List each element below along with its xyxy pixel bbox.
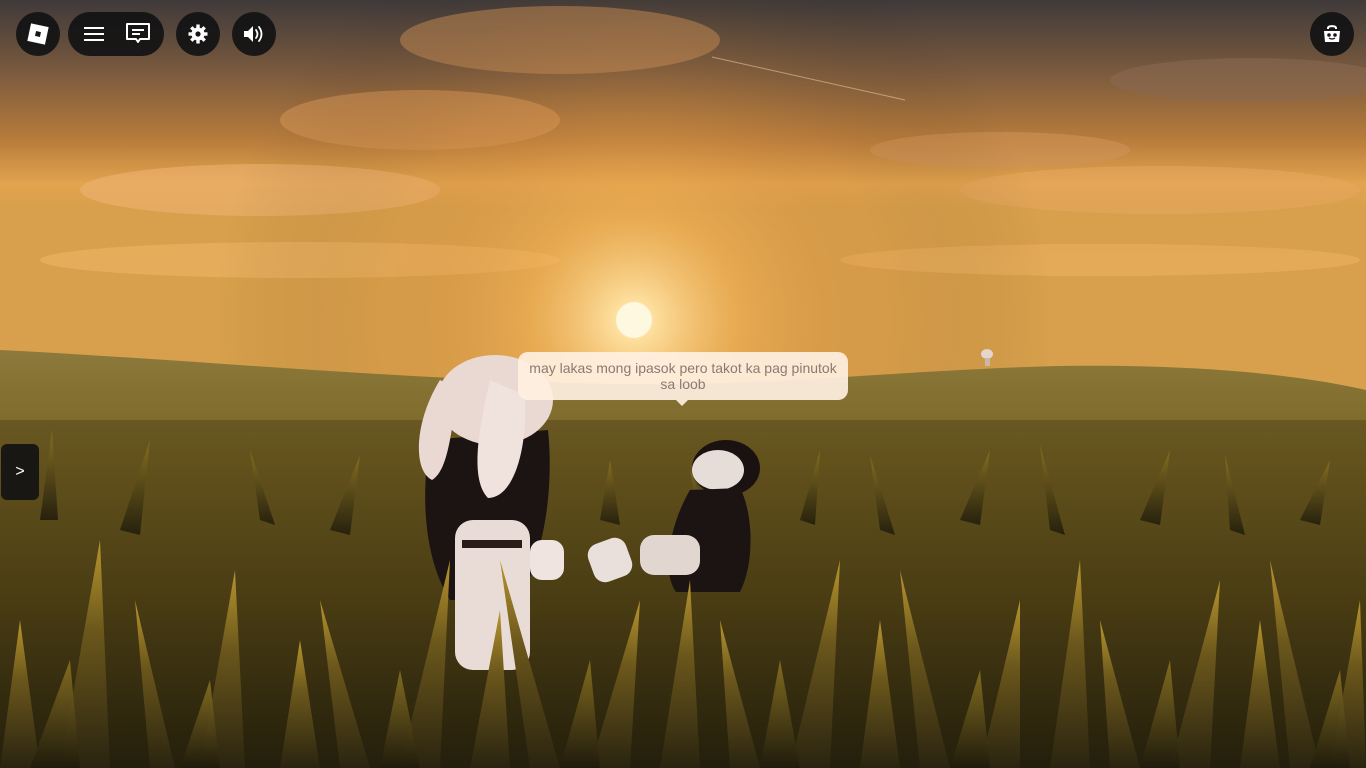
roblox-menu-button[interactable] [16, 12, 60, 56]
chat-bubble-text: may lakas mong ipasok pero takot ka pag … [529, 360, 837, 392]
volume-icon [244, 26, 263, 42]
chat-button[interactable] [118, 14, 158, 54]
roblox-logo-icon [27, 23, 49, 45]
settings-button[interactable] [176, 12, 220, 56]
chat-icon [126, 23, 150, 43]
backpack-icon [1324, 25, 1340, 42]
gear-icon [188, 24, 208, 44]
hamburger-menu-icon [84, 27, 104, 41]
volume-button[interactable] [232, 12, 276, 56]
menu-button[interactable] [74, 14, 114, 54]
menu-chat-button-group [68, 12, 164, 56]
side-toggle-label: > [15, 463, 25, 480]
sun [616, 302, 652, 338]
side-panel-toggle-button[interactable]: > [1, 444, 39, 500]
chat-bubble: may lakas mong ipasok pero takot ka pag … [518, 352, 848, 406]
avatar-shop-button[interactable] [1310, 12, 1354, 56]
